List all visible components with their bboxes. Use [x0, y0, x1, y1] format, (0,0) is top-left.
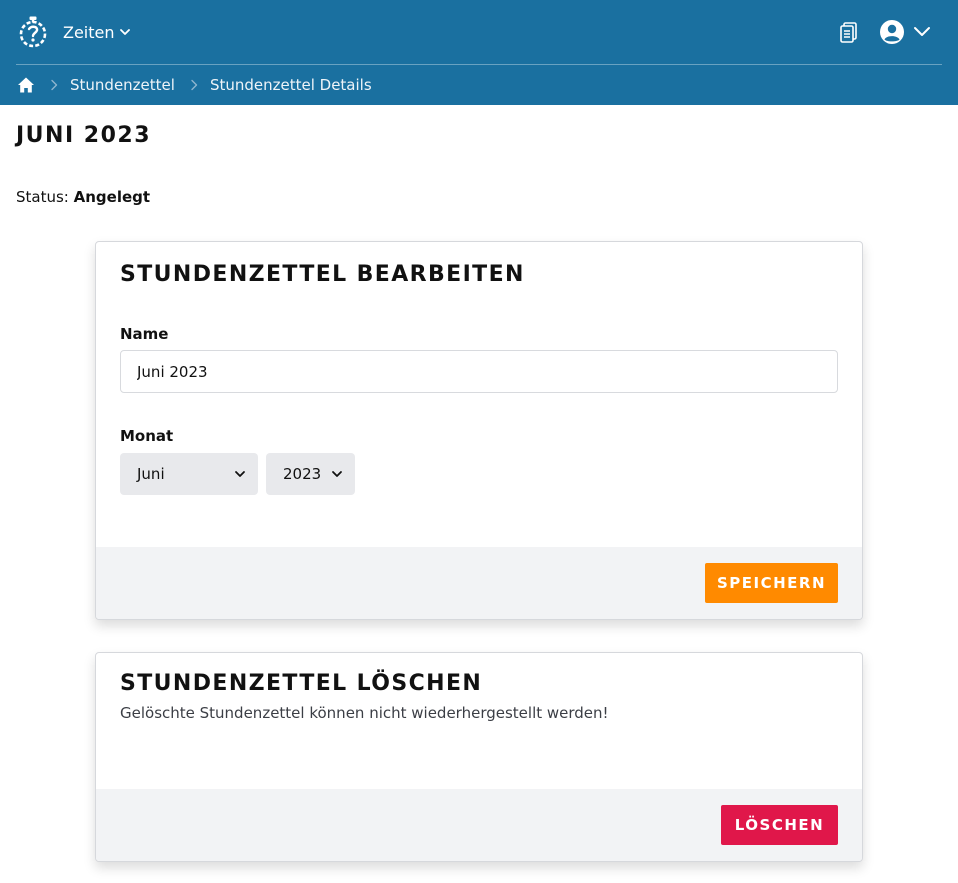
status-line: Status: Angelegt: [16, 188, 150, 206]
month-select-value: Juni: [137, 465, 165, 483]
page-title: JUNI 2023: [16, 123, 152, 148]
status-value: Angelegt: [73, 188, 151, 206]
stopwatch-logo-icon[interactable]: [17, 15, 49, 49]
status-label: Status:: [16, 188, 69, 206]
breadcrumb: Stundenzettel Stundenzettel Details: [17, 75, 372, 95]
chevron-down-icon: [119, 29, 130, 35]
home-icon[interactable]: [17, 76, 35, 94]
account-menu[interactable]: [879, 19, 932, 45]
edit-timesheet-card: STUNDENZETTEL BEARBEITEN Name Monat Juni…: [95, 241, 863, 620]
documents-icon[interactable]: [838, 21, 860, 43]
edit-card-title: STUNDENZETTEL BEARBEITEN: [120, 262, 525, 287]
delete-card-footer: LÖSCHEN: [96, 789, 862, 861]
chevron-down-icon: [332, 471, 342, 477]
month-select[interactable]: Juni: [120, 453, 258, 495]
breadcrumb-item-stundenzettel[interactable]: Stundenzettel: [70, 76, 175, 94]
delete-description: Gelöschte Stundenzettel können nicht wie…: [120, 704, 609, 722]
month-label: Monat: [120, 427, 174, 445]
delete-card-title: STUNDENZETTEL LÖSCHEN: [120, 671, 483, 696]
year-select-value: 2023: [283, 465, 322, 483]
breadcrumb-item-details[interactable]: Stundenzettel Details: [210, 76, 372, 94]
name-input[interactable]: [120, 350, 838, 393]
chevron-down-icon: [914, 27, 930, 36]
nav-row: Zeiten: [0, 0, 958, 64]
year-select[interactable]: 2023: [266, 453, 355, 495]
name-label: Name: [120, 325, 169, 343]
chevron-right-icon: [51, 79, 58, 91]
edit-card-footer: SPEICHERN: [96, 547, 862, 619]
delete-timesheet-card: STUNDENZETTEL LÖSCHEN Gelöschte Stundenz…: [95, 652, 863, 862]
chevron-right-icon: [191, 79, 198, 91]
save-button[interactable]: SPEICHERN: [705, 563, 838, 603]
user-circle-icon: [880, 20, 904, 44]
chevron-down-icon: [235, 471, 245, 477]
header-divider: [16, 64, 942, 65]
top-bar: Zeiten Stundenzettel Stundenzettel Detai…: [0, 0, 958, 105]
zeiten-menu[interactable]: Zeiten: [63, 20, 131, 44]
delete-button[interactable]: LÖSCHEN: [721, 805, 838, 845]
zeiten-menu-label: Zeiten: [63, 22, 115, 42]
